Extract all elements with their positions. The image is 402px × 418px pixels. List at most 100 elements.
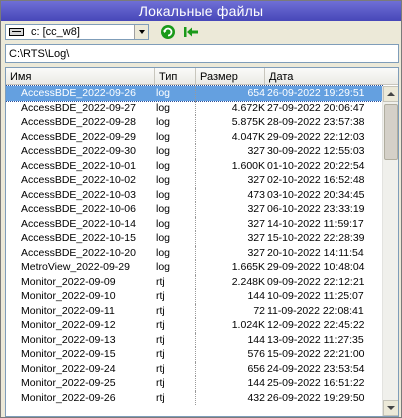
file-size: 654 <box>247 87 265 99</box>
go-up-icon <box>184 27 198 37</box>
file-type: log <box>155 173 196 188</box>
file-name: AccessBDE_2022-10-15 <box>21 232 136 244</box>
file-date: 28-09-2022 23:57:38 <box>267 116 365 128</box>
file-row[interactable]: Monitor_2022-09-11 rtj 72 11-09-2022 22:08:… <box>6 303 382 318</box>
file-type: rtj <box>155 303 196 318</box>
file-type: rtj <box>155 318 196 333</box>
file-row[interactable]: AccessBDE_2022-09-30 log 327 30-09-2022 12:… <box>6 144 382 159</box>
file-date: 30-09-2022 12:55:03 <box>267 145 365 157</box>
file-name: Monitor_2022-09-11 <box>21 304 115 317</box>
file-name: AccessBDE_2022-10-01 <box>21 159 136 172</box>
file-date: 26-09-2022 19:29:50 <box>267 391 365 404</box>
file-name: AccessBDE_2022-10-20 <box>21 246 136 259</box>
go-up-button[interactable] <box>182 24 200 40</box>
scrollbar-thumb[interactable] <box>384 104 398 160</box>
file-date: 11-09-2022 22:08:41 <box>267 304 364 317</box>
file-size: 327 <box>247 145 265 157</box>
scroll-up-button[interactable] <box>383 86 398 102</box>
file-size: 656 <box>247 362 265 375</box>
file-type: rtj <box>155 390 196 405</box>
file-name: AccessBDE_2022-10-14 <box>21 217 136 230</box>
refresh-icon <box>161 25 175 39</box>
file-size: 4.672K <box>231 101 265 114</box>
file-row[interactable]: Monitor_2022-09-09 rtj 2.248K 09-09-2022 22… <box>6 274 382 289</box>
path-input[interactable]: C:\RTS\Log\ <box>5 44 399 63</box>
file-size: 327 <box>247 246 265 259</box>
file-row[interactable]: MetroView_2022-09-29 log 1.665K 29-09-2022 … <box>6 260 382 275</box>
scroll-down-button[interactable] <box>383 400 398 416</box>
file-date: 29-09-2022 10:48:04 <box>267 261 365 273</box>
file-date: 15-09-2022 22:21:00 <box>267 348 365 360</box>
column-header-type[interactable]: Тип <box>155 68 196 85</box>
file-size: 1.024K <box>231 319 265 331</box>
file-row[interactable]: Monitor_2022-09-12 rtj 1.024K 12-09-2022 22… <box>6 318 382 333</box>
file-list[interactable]: Имя Тип Размер Дата AccessBDE_2022-09-26… <box>5 67 399 417</box>
file-name: Monitor_2022-09-26 <box>21 391 116 404</box>
file-date: 27-09-2022 20:06:47 <box>267 101 365 114</box>
file-type: rtj <box>155 274 196 289</box>
file-date: 20-10-2022 14:11:54 <box>267 246 364 259</box>
file-name: AccessBDE_2022-10-06 <box>21 203 136 215</box>
file-type: log <box>155 86 196 101</box>
file-date: 13-09-2022 11:27:35 <box>267 333 364 346</box>
file-rows: AccessBDE_2022-09-26 log 654 26-09-2022 19:… <box>6 85 383 405</box>
file-date: 01-10-2022 20:22:54 <box>267 159 365 172</box>
file-name: MetroView_2022-09-29 <box>21 261 130 273</box>
file-date: 29-09-2022 22:12:03 <box>267 130 365 143</box>
file-name: Monitor_2022-09-24 <box>21 362 116 375</box>
file-date: 10-09-2022 11:25:07 <box>267 290 364 302</box>
file-row[interactable]: Monitor_2022-09-25 rtj 144 25-09-2022 16:51… <box>6 376 382 391</box>
column-header-size[interactable]: Размер <box>196 68 265 85</box>
file-type: log <box>155 216 196 231</box>
column-header-date[interactable]: Дата <box>265 68 382 85</box>
file-row[interactable]: AccessBDE_2022-10-06 log 327 06-10-2022 23:… <box>6 202 382 217</box>
file-type: log <box>155 187 196 202</box>
file-name: AccessBDE_2022-09-29 <box>21 130 136 143</box>
file-row[interactable]: AccessBDE_2022-10-15 log 327 15-10-2022 22:… <box>6 231 382 246</box>
file-row[interactable]: Monitor_2022-09-13 rtj 144 13-09-2022 11:27… <box>6 332 382 347</box>
vertical-scrollbar[interactable] <box>382 86 398 416</box>
file-row[interactable]: AccessBDE_2022-10-14 log 327 14-10-2022 11:… <box>6 216 382 231</box>
file-name: Monitor_2022-09-15 <box>21 348 116 360</box>
file-row[interactable]: AccessBDE_2022-10-20 log 327 20-10-2022 14:… <box>6 245 382 260</box>
file-date: 09-09-2022 22:12:21 <box>267 275 365 288</box>
file-type: rtj <box>155 289 196 304</box>
chevron-down-icon[interactable] <box>134 25 148 39</box>
file-name: AccessBDE_2022-09-27 <box>21 101 136 114</box>
file-row[interactable]: AccessBDE_2022-10-03 log 473 03-10-2022 20:… <box>6 187 382 202</box>
file-row[interactable]: AccessBDE_2022-09-29 log 4.047K 29-09-2022 … <box>6 129 382 144</box>
column-header-name[interactable]: Имя <box>6 68 155 85</box>
drive-select[interactable]: c: [cc_w8] <box>5 24 149 40</box>
file-row[interactable]: AccessBDE_2022-09-28 log 5.875K 28-09-2022 … <box>6 115 382 130</box>
refresh-button[interactable] <box>159 24 177 40</box>
file-size: 473 <box>247 188 265 201</box>
file-row[interactable]: Monitor_2022-09-15 rtj 576 15-09-2022 22:21… <box>6 347 382 362</box>
file-row[interactable]: AccessBDE_2022-09-26 log 654 26-09-2022 19:… <box>6 85 383 102</box>
file-date: 02-10-2022 16:52:48 <box>267 174 365 186</box>
file-row[interactable]: Monitor_2022-09-24 rtj 656 24-09-2022 23:53… <box>6 361 382 376</box>
file-type: log <box>155 245 196 260</box>
drive-select-value: c: [cc_w8] <box>31 26 80 38</box>
file-size: 327 <box>247 232 265 244</box>
file-name: AccessBDE_2022-09-26 <box>21 87 136 99</box>
file-date: 24-09-2022 23:53:54 <box>267 362 365 375</box>
file-size: 144 <box>247 333 265 346</box>
file-row[interactable]: AccessBDE_2022-10-02 log 327 02-10-2022 16:… <box>6 173 382 188</box>
file-date: 03-10-2022 20:34:45 <box>267 188 365 201</box>
file-size: 144 <box>247 290 265 302</box>
file-row[interactable]: AccessBDE_2022-09-27 log 4.672K 27-09-2022 … <box>6 100 382 115</box>
file-type: log <box>155 129 196 144</box>
file-row[interactable]: Monitor_2022-09-26 rtj 432 26-09-2022 19:29… <box>6 390 382 405</box>
file-row[interactable]: AccessBDE_2022-10-01 log 1.600K 01-10-2022 … <box>6 158 382 173</box>
file-date: 15-10-2022 22:28:39 <box>267 232 365 244</box>
file-size: 327 <box>247 174 265 186</box>
file-size: 327 <box>247 217 265 230</box>
arrow-down-icon <box>387 406 395 410</box>
file-date: 12-09-2022 22:45:22 <box>267 319 365 331</box>
file-size: 1.665K <box>231 261 265 273</box>
file-type: log <box>155 231 196 246</box>
file-size: 576 <box>247 348 265 360</box>
file-list-header: Имя Тип Размер Дата <box>6 68 398 85</box>
file-size: 5.875K <box>231 116 265 128</box>
file-row[interactable]: Monitor_2022-09-10 rtj 144 10-09-2022 11:25… <box>6 289 382 304</box>
